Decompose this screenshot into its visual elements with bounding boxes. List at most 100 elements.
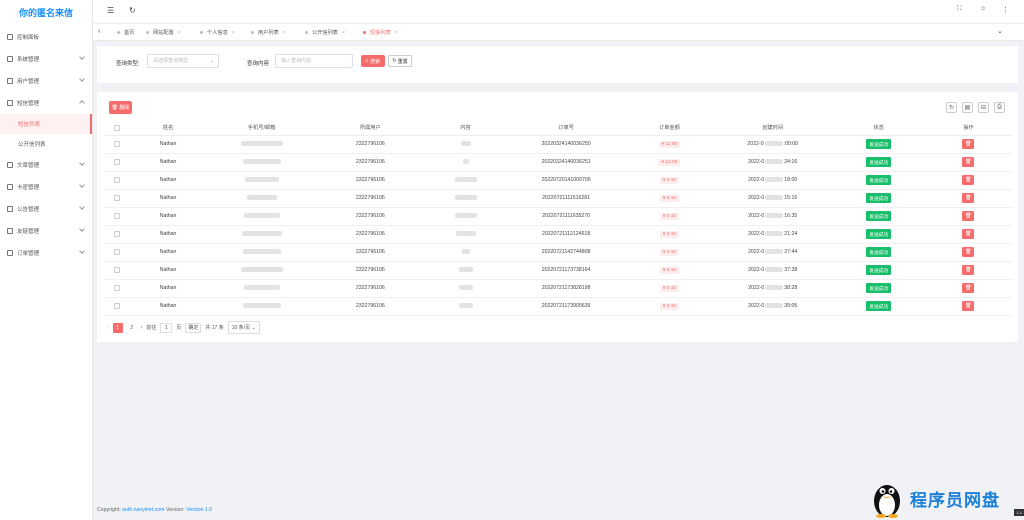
status-badge: 发送成功: [866, 211, 892, 221]
tab-item[interactable]: 个人信息 ×: [200, 24, 235, 41]
more-icon[interactable]: ⋮: [1002, 6, 1009, 14]
row-delete-button[interactable]: 🗑: [962, 193, 975, 203]
chevron-icon: [79, 100, 85, 106]
chevron-icon: [79, 76, 85, 82]
sidebar-item[interactable]: 文章管理: [0, 154, 92, 176]
menu-toggle-icon[interactable]: ☰: [107, 6, 114, 15]
tab-item[interactable]: 短信列表 ×: [363, 24, 398, 41]
sidebar-item[interactable]: 控制面板: [0, 26, 92, 48]
watermark-badge: 1.1: [1014, 509, 1024, 516]
row-checkbox[interactable]: [113, 266, 120, 273]
redacted-content: [458, 267, 473, 273]
refresh-table-icon[interactable]: ↻: [946, 102, 957, 113]
row-checkbox[interactable]: [113, 158, 120, 165]
user-icon[interactable]: ☺: [980, 6, 986, 12]
sidebar-subitem[interactable]: 公开信列表: [0, 134, 92, 154]
tab-item[interactable]: 用户列表 ×: [251, 24, 286, 41]
status-badge: 发送成功: [866, 247, 892, 257]
tab-scroll-left-icon[interactable]: ‹: [98, 28, 100, 35]
row-delete-button[interactable]: 🗑: [962, 247, 975, 257]
print-icon[interactable]: ⎙: [994, 102, 1005, 113]
page-2[interactable]: 2: [127, 323, 137, 333]
redacted-content: [458, 285, 473, 291]
tab-dropdown-icon[interactable]: ⌄: [997, 27, 1003, 35]
sidebar-item[interactable]: 用户管理: [0, 70, 92, 92]
row-checkbox[interactable]: [113, 248, 120, 255]
row-delete-button[interactable]: 🗑: [962, 265, 975, 275]
pagination: ‹ 1 2 › 前往 1 页 确定 共 17 条 10 条/页 ⌄: [107, 321, 260, 334]
column-header: 订单金额: [625, 121, 713, 136]
row-delete-button[interactable]: 🗑: [962, 283, 975, 293]
table-row[interactable]: Nathan 2322796106 20220721173828198 ¥ 0.10 2…: [105, 279, 1012, 298]
tab-close-icon[interactable]: ×: [342, 30, 345, 36]
row-delete-button[interactable]: 🗑: [962, 229, 975, 239]
redacted-content: [455, 231, 476, 237]
version-text: Version 1.0: [186, 507, 213, 513]
sidebar-subitem[interactable]: 短信列表: [0, 114, 92, 134]
table-row[interactable]: Nathan 2322796106 20220721112124618 ¥ 0.10 2…: [105, 225, 1012, 244]
content-input[interactable]: 输入查询内容: [275, 54, 353, 68]
goto-input[interactable]: 1: [160, 322, 173, 333]
redacted-contact: [242, 159, 281, 165]
row-delete-button[interactable]: 🗑: [962, 157, 975, 167]
redacted-content: [454, 177, 477, 183]
reset-button[interactable]: ↻ 重置: [388, 55, 412, 67]
table-row[interactable]: Nathan 2322796106 20220324140036250 ¥ 11.00…: [105, 135, 1012, 154]
tab-close-icon[interactable]: ×: [283, 30, 286, 36]
refresh-icon[interactable]: ↻: [129, 6, 136, 15]
table-row[interactable]: Nathan 2322796106 20220720141000705 ¥ 0.10 2…: [105, 171, 1012, 190]
amount-tag: ¥ 11.00: [658, 140, 681, 148]
select-all-checkbox[interactable]: [113, 124, 120, 131]
sidebar-item[interactable]: 卡密管理: [0, 176, 92, 198]
page-size-select[interactable]: 10 条/页 ⌄: [227, 321, 260, 334]
tab-item[interactable]: 网站配置 ×: [146, 24, 181, 41]
table-row[interactable]: Nathan 2322796106 20220721173905639 ¥ 0.10 2…: [105, 297, 1012, 316]
site-link[interactable]: auth.nanyinet.com: [122, 507, 164, 513]
row-delete-button[interactable]: 🗑: [962, 175, 975, 185]
row-checkbox[interactable]: [113, 176, 120, 183]
tab-item[interactable]: 首页: [117, 24, 134, 41]
page-1[interactable]: 1: [112, 322, 123, 333]
export-icon[interactable]: ⊟: [978, 102, 989, 113]
row-delete-button[interactable]: 🗑: [962, 139, 975, 149]
type-select[interactable]: 请选择查询类型 ⌄: [147, 54, 219, 68]
redacted-contact: [246, 195, 277, 201]
redacted-contact: [244, 177, 279, 183]
table-row[interactable]: Nathan 2322796106 20220721111635270 ¥ 0.10 2…: [105, 207, 1012, 226]
sidebar-item[interactable]: 公告管理: [0, 198, 92, 220]
table-row[interactable]: Nathan 2322796106 20220721142744808 ¥ 0.10 2…: [105, 243, 1012, 262]
tab-item[interactable]: 公开信列表 ×: [305, 24, 345, 41]
table-row[interactable]: Nathan 2322796106 20220721173738164 ¥ 0.10 2…: [105, 261, 1012, 280]
row-delete-button[interactable]: 🗑: [962, 301, 975, 311]
delete-button[interactable]: 🗑 删除: [109, 101, 132, 114]
row-delete-button[interactable]: 🗑: [962, 211, 975, 221]
fullscreen-icon[interactable]: ⛶: [957, 6, 961, 13]
sidebar-item[interactable]: 短信管理: [0, 92, 92, 114]
table-row[interactable]: Nathan 2322796106 20220721111516281 ¥ 0.10 2…: [105, 189, 1012, 208]
chevron-icon: [79, 54, 85, 60]
next-page-icon[interactable]: ›: [141, 325, 143, 331]
table-row[interactable]: Nathan 2322796106 20220324140036251 ¥ 12.00…: [105, 153, 1012, 172]
redacted-time: [765, 231, 784, 237]
tab-close-icon[interactable]: ×: [178, 30, 181, 36]
tab-close-icon[interactable]: ×: [395, 30, 398, 36]
row-checkbox[interactable]: [113, 212, 120, 219]
row-checkbox[interactable]: [113, 230, 120, 237]
row-checkbox[interactable]: [113, 302, 120, 309]
tab-close-icon[interactable]: ×: [232, 30, 235, 36]
app-logo[interactable]: 你的匿名来信: [0, 0, 92, 26]
redacted-contact: [240, 267, 283, 273]
columns-icon[interactable]: ▤: [962, 102, 973, 113]
sidebar-item[interactable]: 订单管理: [0, 242, 92, 264]
row-checkbox[interactable]: [113, 140, 120, 147]
search-button[interactable]: ⌕ 搜索: [361, 55, 385, 67]
tab-dot-icon: [200, 31, 203, 34]
sidebar-item[interactable]: 友链管理: [0, 220, 92, 242]
prev-page-icon[interactable]: ‹: [107, 325, 109, 331]
status-badge: 发送成功: [866, 283, 892, 293]
row-checkbox[interactable]: [113, 194, 120, 201]
sidebar-item[interactable]: 系统管理: [0, 48, 92, 70]
confirm-button[interactable]: 确定: [185, 322, 202, 333]
row-checkbox[interactable]: [113, 284, 120, 291]
menu-icon: [7, 100, 13, 106]
